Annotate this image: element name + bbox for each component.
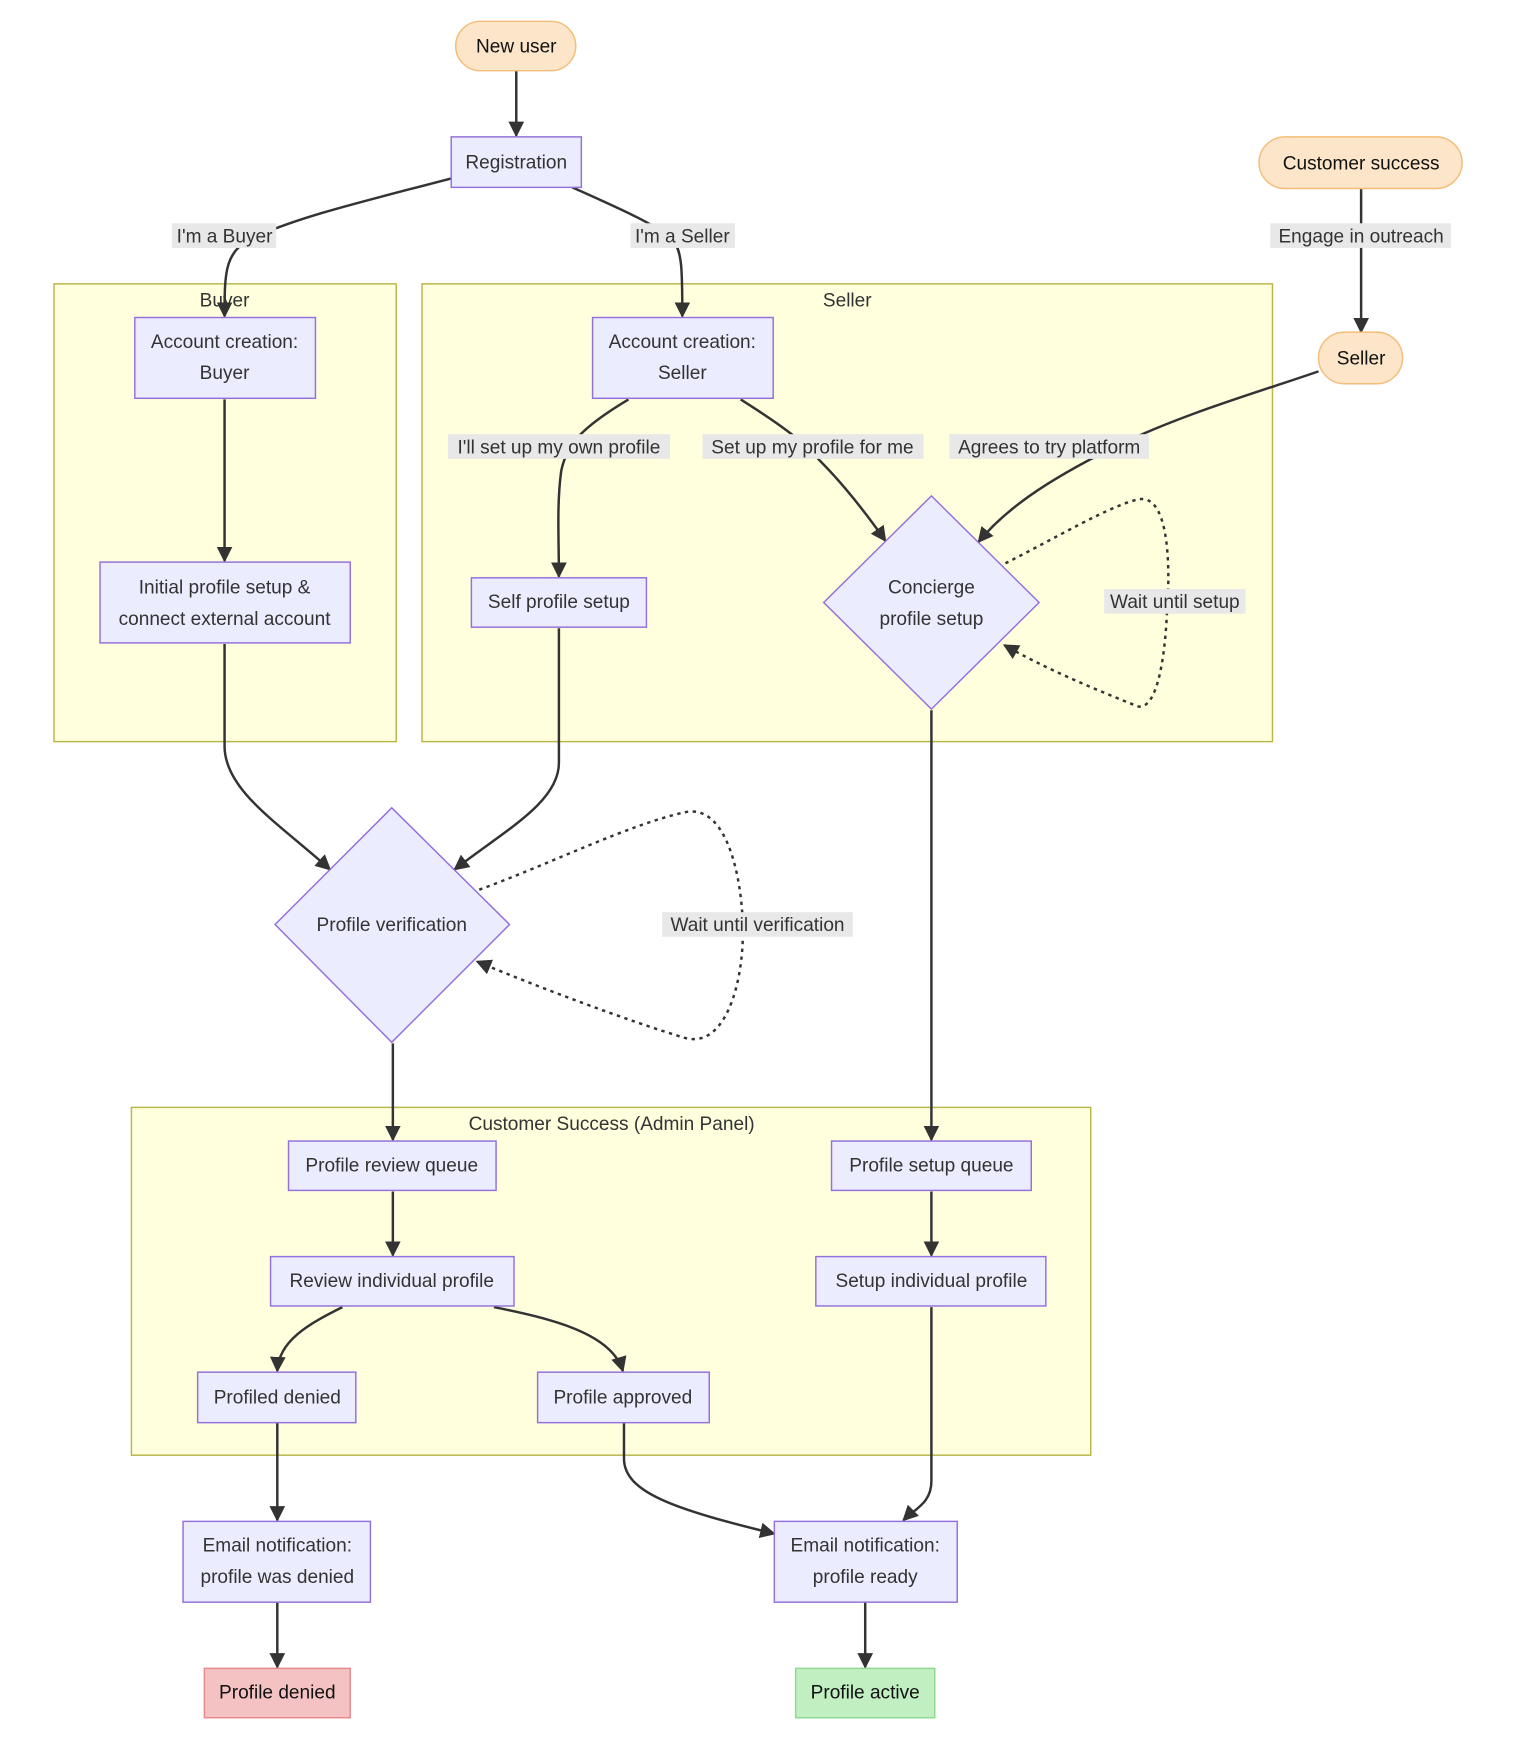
svg-text:Profile setup queue: Profile setup queue bbox=[849, 1155, 1013, 1176]
cluster-admin-title: Customer Success (Admin Panel) bbox=[469, 1114, 755, 1135]
node-profile-approved[interactable]: Profile approved bbox=[536, 1371, 710, 1424]
edge-label-outreach: Engage in outreach bbox=[1270, 223, 1451, 248]
svg-text:Concierge: Concierge bbox=[888, 578, 975, 599]
cluster-seller: Seller bbox=[421, 283, 1274, 743]
svg-text:connect external account: connect external account bbox=[119, 609, 332, 630]
svg-text:Set up my profile for me: Set up my profile for me bbox=[711, 437, 913, 458]
node-profile-review-queue[interactable]: Profile review queue bbox=[287, 1140, 497, 1192]
edge-label-for-me: Set up my profile for me bbox=[702, 434, 924, 459]
svg-text:Account creation:: Account creation: bbox=[151, 332, 298, 353]
edge-label-agrees: Agrees to try platform bbox=[949, 434, 1150, 459]
svg-text:Profiled denied: Profiled denied bbox=[214, 1388, 341, 1409]
svg-text:Registration: Registration bbox=[465, 152, 567, 173]
svg-text:Profile verification: Profile verification bbox=[317, 915, 467, 936]
node-profile-verification[interactable]: Profile verification bbox=[274, 806, 511, 1044]
node-new-user[interactable]: New user bbox=[454, 20, 577, 72]
svg-text:Profile active: Profile active bbox=[811, 1683, 920, 1704]
svg-text:profile setup: profile setup bbox=[879, 609, 983, 630]
node-email-profile-denied[interactable]: Email notification: profile was denied bbox=[182, 1520, 372, 1603]
svg-text:Wait until setup: Wait until setup bbox=[1110, 592, 1240, 613]
svg-text:New user: New user bbox=[476, 37, 557, 58]
svg-text:profile was denied: profile was denied bbox=[200, 1567, 354, 1588]
edge-label-buyer: I'm a Buyer bbox=[171, 223, 277, 248]
node-profile-active[interactable]: Profile active bbox=[794, 1667, 936, 1719]
node-registration[interactable]: Registration bbox=[450, 136, 583, 189]
edge-label-own-profile: I'll set up my own profile bbox=[447, 434, 670, 459]
node-profile-denied[interactable]: Profile denied bbox=[203, 1667, 351, 1719]
node-self-profile-setup[interactable]: Self profile setup bbox=[470, 577, 648, 628]
svg-text:Profile denied: Profile denied bbox=[219, 1683, 336, 1704]
node-initial-profile-setup[interactable]: Initial profile setup & connect external… bbox=[99, 561, 351, 644]
svg-text:Profile review queue: Profile review queue bbox=[305, 1155, 478, 1176]
svg-text:Engage in outreach: Engage in outreach bbox=[1278, 226, 1443, 247]
node-email-profile-ready[interactable]: Email notification: profile ready bbox=[773, 1520, 958, 1603]
edge-label-seller: I'm a Seller bbox=[630, 223, 736, 248]
node-setup-individual-profile[interactable]: Setup individual profile bbox=[815, 1255, 1047, 1307]
edge-label-wait-setup: Wait until setup bbox=[1104, 589, 1246, 614]
node-profiled-denied[interactable]: Profiled denied bbox=[196, 1371, 357, 1424]
svg-text:Seller: Seller bbox=[658, 363, 707, 384]
svg-text:Email notification:: Email notification: bbox=[203, 1536, 352, 1557]
node-seller-start[interactable]: Seller bbox=[1317, 331, 1404, 385]
svg-text:Buyer: Buyer bbox=[200, 363, 250, 384]
svg-text:profile ready: profile ready bbox=[813, 1567, 918, 1588]
svg-text:Customer success: Customer success bbox=[1283, 153, 1440, 174]
edge-label-wait-verification: Wait until verification bbox=[662, 912, 853, 937]
node-review-individual-profile[interactable]: Review individual profile bbox=[269, 1255, 515, 1307]
svg-text:Initial profile setup &: Initial profile setup & bbox=[139, 578, 311, 599]
node-profile-setup-queue[interactable]: Profile setup queue bbox=[830, 1140, 1032, 1192]
node-account-creation-buyer[interactable]: Account creation: Buyer bbox=[134, 316, 317, 400]
node-account-creation-seller[interactable]: Account creation: Seller bbox=[591, 316, 774, 400]
flowchart: Buyer Seller Customer Success (Admin Pan… bbox=[53, 20, 1463, 1719]
node-customer-success[interactable]: Customer success bbox=[1258, 136, 1463, 190]
svg-text:Agrees to try platform: Agrees to try platform bbox=[958, 437, 1140, 458]
cluster-seller-title: Seller bbox=[823, 290, 872, 311]
svg-text:Review individual profile: Review individual profile bbox=[289, 1271, 493, 1292]
svg-text:Profile approved: Profile approved bbox=[553, 1388, 692, 1409]
svg-text:Wait until verification: Wait until verification bbox=[670, 915, 844, 936]
svg-text:Self profile setup: Self profile setup bbox=[488, 592, 630, 613]
svg-text:Account creation:: Account creation: bbox=[609, 332, 756, 353]
svg-text:I'm a Buyer: I'm a Buyer bbox=[177, 226, 273, 247]
svg-text:I'm a Seller: I'm a Seller bbox=[635, 226, 730, 247]
svg-text:I'll set up my own profile: I'll set up my own profile bbox=[457, 437, 660, 458]
svg-text:Setup individual profile: Setup individual profile bbox=[835, 1271, 1027, 1292]
svg-text:Seller: Seller bbox=[1337, 349, 1386, 370]
svg-text:Email notification:: Email notification: bbox=[791, 1536, 940, 1557]
